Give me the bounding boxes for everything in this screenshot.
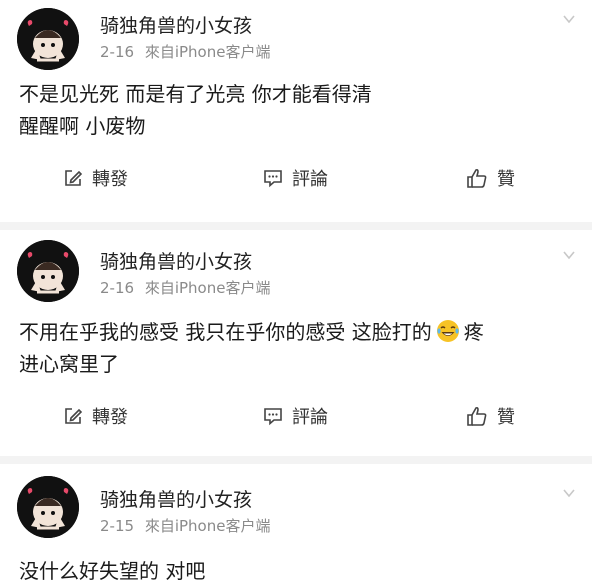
post-text-line: 进心窝里了 <box>19 352 119 376</box>
like-button[interactable]: 贊 <box>465 401 515 431</box>
post-text-segment: 疼 <box>463 320 484 344</box>
post-meta: 2-15 來自iPhone客户端 <box>100 515 270 536</box>
post-2: 骑独角兽的小女孩 2-16 來自iPhone客户端 不用在乎我的感受 我只在乎你… <box>0 230 592 462</box>
thumbs-up-icon <box>467 168 487 188</box>
comment-bubble-icon <box>264 408 282 426</box>
post-date: 2-16 <box>100 43 135 61</box>
laughing-tears-emoji <box>436 320 459 342</box>
post-meta: 2-16 來自iPhone客户端 <box>100 277 270 298</box>
comment-label: 評論 <box>292 169 328 190</box>
post-content: 不用在乎我的感受 我只在乎你的感受 这脸打的 疼 进心窝里了 <box>19 316 576 380</box>
post-text-line: 没什么好失望的 对吧 <box>19 559 206 583</box>
divider <box>0 222 592 230</box>
post-text-line: 醒醒啊 小废物 <box>19 114 146 138</box>
comment-button[interactable]: 評論 <box>262 401 328 431</box>
avatar[interactable] <box>17 240 79 302</box>
post-source: 來自iPhone客户端 <box>144 279 271 297</box>
username[interactable]: 骑独角兽的小女孩 <box>100 485 252 512</box>
action-bar: 轉發 評論 贊 <box>0 401 592 431</box>
username[interactable]: 骑独角兽的小女孩 <box>100 11 252 38</box>
post-1: 骑独角兽的小女孩 2-16 來自iPhone客户端 不是见光死 而是有了光亮 你… <box>0 0 592 226</box>
chevron-down-icon[interactable] <box>562 248 576 262</box>
edit-square-icon <box>65 170 83 186</box>
divider <box>0 456 592 464</box>
post-content: 不是见光死 而是有了光亮 你才能看得清 醒醒啊 小废物 <box>19 78 576 142</box>
like-button[interactable]: 贊 <box>465 163 515 193</box>
comment-label: 評論 <box>292 407 328 428</box>
comment-button[interactable]: 評論 <box>262 163 328 193</box>
like-label: 贊 <box>497 169 515 190</box>
post-meta: 2-16 來自iPhone客户端 <box>100 41 270 62</box>
repost-button[interactable]: 轉發 <box>62 163 128 193</box>
post-text-segment: 不用在乎我的感受 我只在乎你的感受 这脸打的 <box>19 320 432 344</box>
weibo-feed: 骑独角兽的小女孩 2-16 來自iPhone客户端 不是见光死 而是有了光亮 你… <box>0 0 592 583</box>
thumbs-up-icon <box>467 406 487 426</box>
post-text-line: 不是见光死 而是有了光亮 你才能看得清 <box>19 82 372 106</box>
repost-label: 轉發 <box>92 169 128 190</box>
like-label: 贊 <box>497 407 515 428</box>
edit-square-icon <box>65 408 83 424</box>
post-date: 2-16 <box>100 279 135 297</box>
chevron-down-icon[interactable] <box>562 486 576 500</box>
avatar[interactable] <box>17 476 79 538</box>
chevron-down-icon[interactable] <box>562 12 576 26</box>
post-content: 没什么好失望的 对吧 <box>19 555 576 587</box>
comment-bubble-icon <box>264 170 282 188</box>
username[interactable]: 骑独角兽的小女孩 <box>100 247 252 274</box>
post-date: 2-15 <box>100 517 135 535</box>
repost-button[interactable]: 轉發 <box>62 401 128 431</box>
post-source: 來自iPhone客户端 <box>144 517 271 535</box>
avatar[interactable] <box>17 8 79 70</box>
post-source: 來自iPhone客户端 <box>144 43 271 61</box>
repost-label: 轉發 <box>92 407 128 428</box>
post-text-line: 不用在乎我的感受 我只在乎你的感受 这脸打的 疼 <box>19 316 576 348</box>
action-bar: 轉發 評論 贊 <box>0 163 592 193</box>
post-3: 骑独角兽的小女孩 2-15 來自iPhone客户端 没什么好失望的 对吧 <box>0 464 592 583</box>
